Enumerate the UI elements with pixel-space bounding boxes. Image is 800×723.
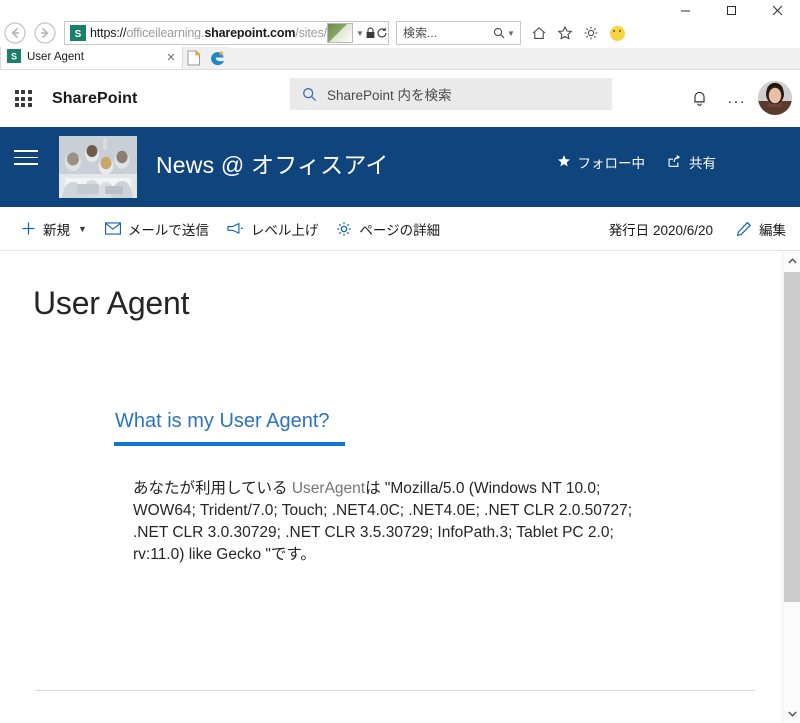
star-icon (557, 154, 571, 171)
command-bar: 新規 ▼ メールで送信 レベル上げ ページの詳細 発行日 2020/6/20 編… (0, 207, 800, 251)
lock-icon[interactable] (365, 27, 376, 39)
edge-browser-icon[interactable] (205, 47, 229, 69)
forward-arrow-icon[interactable] (30, 18, 60, 48)
share-label: 共有 (689, 156, 716, 171)
svg-text:S: S (75, 29, 82, 40)
follow-button[interactable]: フォロー中 (557, 152, 646, 172)
sharepoint-search-box[interactable]: SharePoint 内を検索 (290, 78, 612, 110)
chevron-down-icon[interactable]: ▼ (355, 29, 365, 38)
search-chevron-down-icon[interactable]: ▼ (505, 29, 517, 38)
command-bar-right: 発行日 2020/6/20 編集 (609, 207, 790, 251)
url-path: /sites/Landing/SitePages (295, 26, 327, 40)
page-details-label: ページの詳細 (359, 222, 441, 238)
ellipsis-icon: ... (727, 89, 747, 107)
content-divider (35, 690, 755, 691)
browser-chrome: S https://officeilearning.sharepoint.com… (0, 0, 800, 70)
tab-title: User Agent (27, 52, 84, 64)
promote-button[interactable]: レベル上げ (218, 207, 328, 251)
pencil-icon (736, 221, 752, 237)
scroll-down-icon[interactable] (783, 705, 800, 723)
search-icon[interactable] (493, 27, 505, 39)
close-icon[interactable] (754, 0, 800, 20)
minimize-icon[interactable] (662, 0, 708, 20)
megaphone-icon (227, 222, 244, 235)
browser-search-input[interactable]: 検索... (403, 27, 493, 39)
send-email-button[interactable]: メールで送信 (96, 207, 218, 251)
site-logo[interactable] (59, 136, 137, 198)
new-tab-button[interactable] (183, 47, 205, 69)
page-canvas: User Agent What is my User Agent? あなたが利用… (0, 252, 782, 723)
tab-user-agent[interactable]: S User Agent ✕ (0, 47, 183, 69)
browser-window: S https://officeilearning.sharepoint.com… (0, 0, 800, 723)
page-scrollbar[interactable] (782, 252, 800, 723)
sharepoint-brand[interactable]: SharePoint (52, 90, 137, 108)
address-bar-url: https://officeilearning.sharepoint.com/s… (90, 27, 327, 40)
scroll-up-icon[interactable] (783, 252, 800, 270)
gear-icon[interactable] (579, 21, 603, 45)
body-suffix: "です。 (265, 546, 316, 563)
envelope-icon (104, 222, 121, 235)
address-bar[interactable]: S https://officeilearning.sharepoint.com… (64, 21, 389, 45)
smiley-icon[interactable] (605, 21, 629, 45)
section-heading: What is my User Agent? (115, 410, 330, 432)
app-launcher-waffle-icon[interactable] (0, 70, 46, 127)
chevron-down-icon[interactable]: ▼ (78, 224, 87, 234)
window-controls (662, 0, 800, 20)
new-button[interactable]: 新規 ▼ (12, 207, 96, 251)
avatar[interactable] (758, 81, 792, 115)
published-date: 発行日 2020/6/20 (608, 222, 713, 238)
share-icon (667, 154, 682, 171)
url-host: sharepoint.com (204, 26, 296, 40)
home-icon[interactable] (527, 21, 551, 45)
svg-text:S: S (11, 51, 17, 61)
scrollbar-thumb[interactable] (784, 272, 800, 602)
notifications-bell-icon[interactable] (682, 81, 716, 115)
send-email-label: メールで送信 (127, 222, 209, 238)
page-title: User Agent (33, 285, 190, 321)
url-host-prefix: officeilearning. (126, 26, 205, 40)
promote-label: レベル上げ (250, 222, 319, 238)
section-heading-underline (114, 442, 345, 446)
edit-button[interactable]: 編集 (727, 207, 790, 251)
user-agent-label: UserAgent (291, 480, 366, 497)
site-header-actions: フォロー中 共有 (557, 152, 716, 172)
plus-icon (21, 221, 36, 236)
navigation-row: S https://officeilearning.sharepoint.com… (0, 18, 800, 48)
browser-search-box[interactable]: 検索... ▼ (396, 21, 521, 45)
page-details-button[interactable]: ページの詳細 (327, 207, 449, 251)
back-arrow-icon[interactable] (0, 18, 30, 48)
maximize-icon[interactable] (708, 0, 754, 20)
edit-label: 編集 (759, 222, 786, 238)
body-middle: は " (365, 480, 391, 497)
page-thumbnail-icon (327, 23, 354, 43)
suite-bar-actions: ... (682, 78, 792, 118)
more-options-icon[interactable]: ... (720, 81, 754, 115)
star-icon[interactable] (553, 21, 577, 45)
site-navigation-menu-icon[interactable] (14, 150, 38, 170)
user-agent-paragraph: あなたが利用している UserAgentは "Mozilla/5.0 (Wind… (133, 478, 643, 566)
close-icon[interactable]: ✕ (164, 52, 178, 64)
tab-strip: S User Agent ✕ (0, 47, 800, 70)
new-label: 新規 (43, 222, 70, 238)
refresh-icon[interactable] (376, 27, 388, 39)
body-prefix: あなたが利用している (133, 480, 292, 497)
sharepoint-search-input[interactable]: SharePoint 内を検索 (327, 84, 452, 104)
tab-favicon: S (7, 48, 21, 68)
follow-label: フォロー中 (577, 156, 646, 171)
sharepoint-favicon: S (70, 25, 86, 41)
url-scheme: https:// (90, 26, 127, 40)
browser-toolbar (527, 21, 629, 45)
site-title[interactable]: News @ オフィスアイ (156, 146, 389, 180)
search-icon (302, 87, 317, 102)
gear-icon (336, 221, 352, 237)
share-button[interactable]: 共有 (667, 152, 716, 172)
